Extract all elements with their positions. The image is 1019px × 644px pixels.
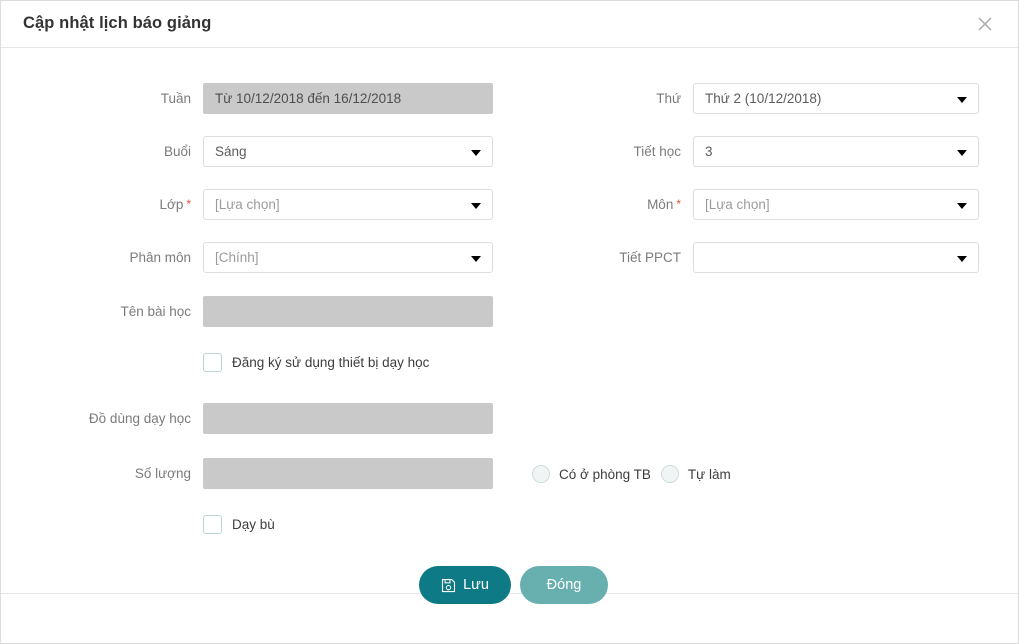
- field-label-tiet-hoc: Tiết học: [633, 144, 681, 159]
- buoi-select[interactable]: Sáng: [203, 136, 493, 167]
- equipment-source-radio-group: Có ở phòng TB Tự làm: [532, 465, 731, 483]
- thu-select[interactable]: Thứ 2 (10/12/2018): [693, 83, 979, 114]
- close-button[interactable]: Đóng: [520, 566, 608, 604]
- page-title: Cập nhật lịch báo giảng: [23, 14, 212, 32]
- chevron-down-icon: [471, 202, 481, 209]
- field-label-mon: Môn *: [647, 197, 681, 212]
- phan-mon-select[interactable]: [Chính]: [203, 242, 493, 273]
- field-label-ten-bai-hoc: Tên bài học: [120, 304, 191, 319]
- save-floppy-icon: [441, 578, 456, 593]
- makeup-class-label: Dạy bù: [232, 517, 275, 532]
- chevron-down-icon: [471, 255, 481, 262]
- field-row-tiet-hoc: Tiết học 3: [553, 136, 979, 167]
- field-label-so-luong: Số lượng: [134, 466, 191, 481]
- device-registration-checkbox-row[interactable]: Đăng ký sử dụng thiết bị dạy học: [203, 353, 429, 372]
- radio-tu-lam[interactable]: [660, 465, 679, 483]
- save-button[interactable]: Lưu: [419, 566, 511, 604]
- field-label-buoi: Buổi: [163, 144, 191, 159]
- radio-option-tu-lam[interactable]: Tự làm: [660, 465, 731, 483]
- lop-select[interactable]: [Lựa chọn]: [203, 189, 493, 220]
- field-row-phan-mon: Phân môn [Chính]: [63, 242, 493, 273]
- field-row-do-dung-day-hoc: Đồ dùng dạy học: [63, 403, 493, 434]
- device-registration-label: Đăng ký sử dụng thiết bị dạy học: [232, 355, 430, 370]
- close-button-label: Đóng: [546, 577, 582, 593]
- so-luong-input[interactable]: [203, 458, 493, 489]
- field-label-tuan: Tuần: [160, 91, 191, 106]
- dialog-header: Cập nhật lịch báo giảng: [1, 1, 1018, 48]
- radio-co-o-phong-tb[interactable]: [532, 465, 550, 483]
- field-label-do-dung-day-hoc: Đồ dùng dạy học: [88, 411, 191, 426]
- field-row-so-luong: Số lượng: [63, 458, 493, 489]
- do-dung-day-hoc-input[interactable]: [203, 403, 493, 434]
- radio-label-co-o-phong-tb: Có ở phòng TB: [559, 466, 651, 482]
- chevron-down-icon: [957, 255, 967, 262]
- dialog-footer: Lưu Đóng: [1, 566, 1018, 643]
- field-label-phan-mon: Phân môn: [129, 250, 191, 265]
- field-row-thu: Thứ Thứ 2 (10/12/2018): [553, 83, 979, 114]
- tiet-hoc-select[interactable]: 3: [693, 136, 979, 167]
- dialog-body: Tuần Từ 10/12/2018 đến 16/12/2018 Buổi S…: [1, 48, 1018, 593]
- ten-bai-hoc-input[interactable]: [203, 296, 493, 327]
- field-row-tiet-ppct: Tiết PPCT: [553, 242, 979, 273]
- radio-label-tu-lam: Tự làm: [687, 466, 731, 482]
- required-marker-lop: *: [186, 197, 191, 211]
- radio-option-co-o-phong-tb[interactable]: Có ở phòng TB: [532, 465, 651, 483]
- chevron-down-icon: [471, 149, 481, 156]
- field-label-lop: Lớp *: [159, 197, 191, 212]
- tiet-ppct-select[interactable]: [693, 242, 979, 273]
- mon-select[interactable]: [Lựa chọn]: [693, 189, 979, 220]
- field-row-lop: Lớp * [Lựa chọn]: [63, 189, 493, 220]
- field-label-thu: Thứ: [656, 91, 681, 106]
- field-row-mon: Môn * [Lựa chọn]: [553, 189, 979, 220]
- field-row-buoi: Buổi Sáng: [63, 136, 493, 167]
- makeup-class-checkbox[interactable]: [203, 515, 222, 534]
- chevron-down-icon: [957, 202, 967, 209]
- required-marker-mon: *: [676, 197, 681, 211]
- update-teaching-schedule-dialog: Cập nhật lịch báo giảng Tuần Từ 10/12/20…: [0, 0, 1019, 644]
- chevron-down-icon: [957, 96, 967, 103]
- save-button-label: Lưu: [463, 577, 489, 593]
- tuan-field: Từ 10/12/2018 đến 16/12/2018: [203, 83, 493, 114]
- field-label-tiet-ppct: Tiết PPCT: [619, 250, 681, 265]
- field-row-ten-bai-hoc: Tên bài học: [63, 296, 493, 327]
- field-row-tuan: Tuần Từ 10/12/2018 đến 16/12/2018: [63, 83, 493, 114]
- close-icon[interactable]: [974, 13, 996, 35]
- makeup-class-checkbox-row[interactable]: Dạy bù: [203, 515, 275, 534]
- device-registration-checkbox[interactable]: [203, 353, 222, 372]
- chevron-down-icon: [957, 149, 967, 156]
